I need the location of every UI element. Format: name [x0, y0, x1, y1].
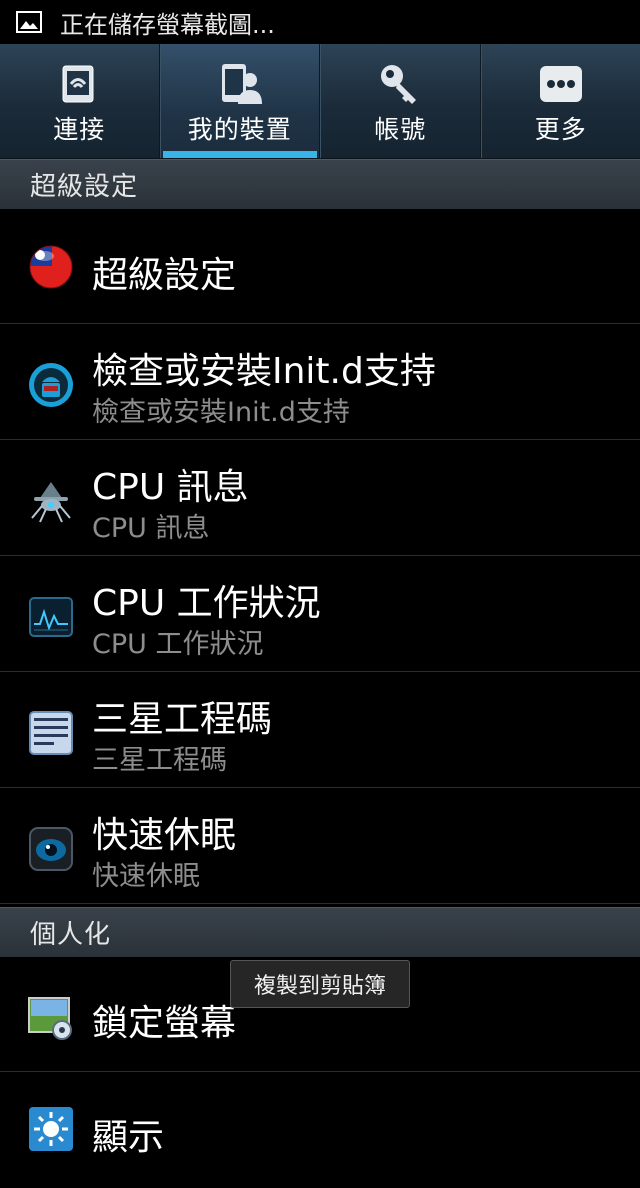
row-title: CPU 訊息 [92, 458, 249, 510]
row-subtitle: CPU 工作狀況 [92, 622, 263, 661]
display-brightness-icon [28, 1106, 74, 1152]
image-icon [16, 11, 42, 33]
row-title: CPU 工作狀況 [92, 574, 321, 626]
spider-robot-icon [28, 478, 74, 524]
list-item-fast-sleep[interactable]: 快速休眠 快速休眠 [0, 788, 640, 904]
row-title: 快速休眠 [92, 806, 236, 858]
row-title: 檢查或安裝Init.d支持 [92, 342, 436, 394]
tab-label: 更多 [535, 110, 587, 146]
section-header-super-settings: 超級設定 [0, 159, 640, 209]
row-subtitle: 檢查或安裝Init.d支持 [92, 390, 350, 429]
connections-icon [55, 60, 103, 108]
row-title: 顯示 [92, 1108, 164, 1160]
tab-connections[interactable]: 連接 [0, 44, 160, 158]
tab-my-device[interactable]: 我的裝置 [160, 44, 321, 158]
section-title: 個人化 [30, 914, 111, 951]
tab-label: 帳號 [374, 110, 426, 146]
binary-code-icon [28, 710, 74, 756]
lock-screen-icon [28, 994, 74, 1040]
row-title: 三星工程碼 [92, 690, 272, 742]
row-title: 超級設定 [92, 246, 236, 298]
settings-tab-bar: 連接 我的裝置 帳號 更多 [0, 44, 640, 159]
row-subtitle: 快速休眠 [92, 854, 200, 893]
status-bar: 正在儲存螢幕截圖... [0, 0, 640, 44]
tab-label: 連接 [53, 110, 105, 146]
accounts-key-icon [376, 60, 424, 108]
my-device-icon [216, 60, 264, 108]
taiwan-flag-ball-icon [28, 244, 74, 290]
status-notification-text: 正在儲存螢幕截圖... [60, 5, 275, 40]
more-dots-icon [537, 60, 585, 108]
list-item-display[interactable]: 顯示 [0, 1072, 640, 1188]
section-header-personalization: 個人化 [0, 907, 640, 957]
list-item-samsung-codes[interactable]: 三星工程碼 三星工程碼 [0, 672, 640, 788]
tab-accounts[interactable]: 帳號 [320, 44, 481, 158]
tab-label: 我的裝置 [188, 110, 292, 146]
cpu-monitor-icon [28, 594, 74, 640]
list-item-init-d[interactable]: 檢查或安裝Init.d支持 檢查或安裝Init.d支持 [0, 324, 640, 440]
tab-more[interactable]: 更多 [481, 44, 640, 158]
list-item-cpu-info[interactable]: CPU 訊息 CPU 訊息 [0, 440, 640, 556]
list-item-cpu-status[interactable]: CPU 工作狀況 CPU 工作狀況 [0, 556, 640, 672]
list-item-super-settings[interactable]: 超級設定 [0, 208, 640, 324]
eye-sleep-icon [28, 826, 74, 872]
copy-to-clipboard-toast: 複製到剪貼簿 [230, 960, 410, 1008]
row-subtitle: CPU 訊息 [92, 506, 209, 545]
active-tab-indicator [163, 151, 318, 158]
section-title: 超級設定 [30, 166, 138, 203]
android-robot-icon [28, 362, 74, 408]
row-title: 鎖定螢幕 [92, 994, 236, 1046]
row-subtitle: 三星工程碼 [92, 738, 227, 777]
